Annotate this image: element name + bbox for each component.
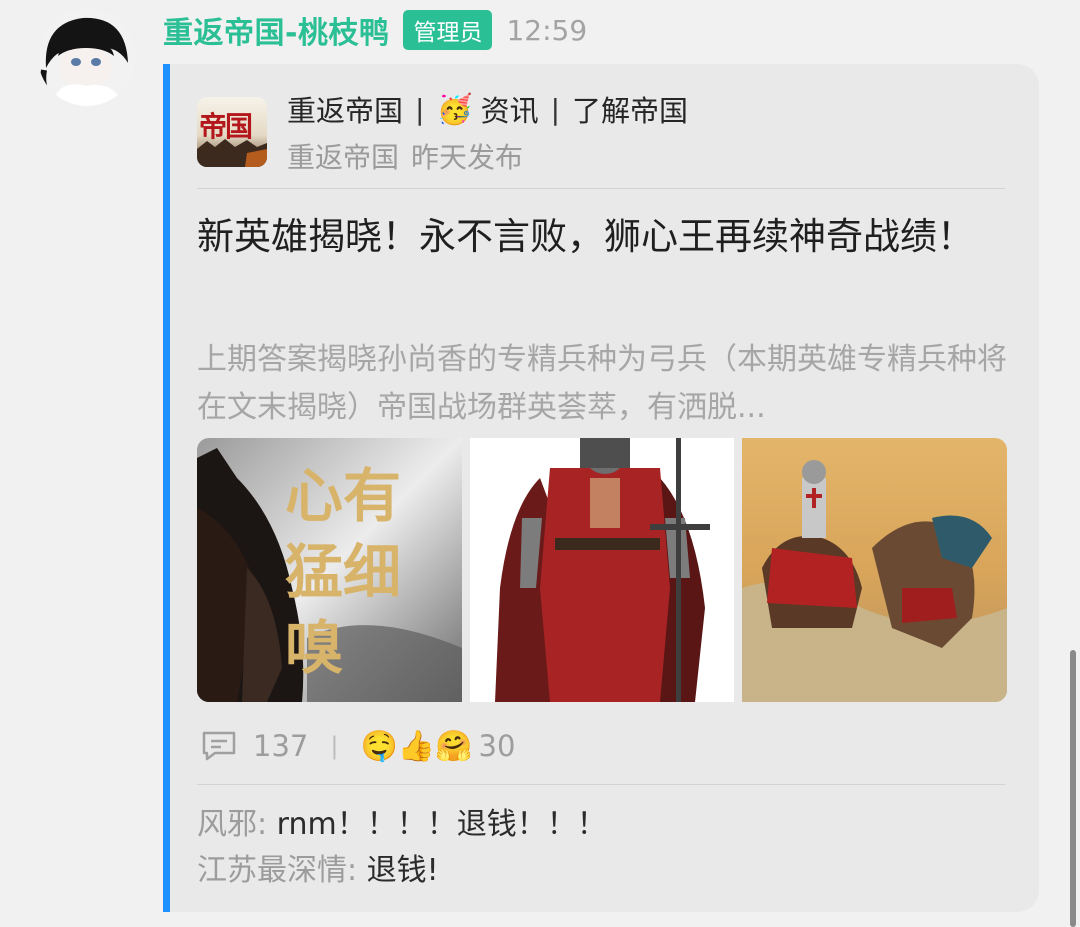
publish-time: 昨天发布	[411, 141, 524, 174]
thumbnail-2-image	[469, 438, 735, 702]
thumbnail-2[interactable]	[469, 438, 735, 702]
reaction-emoji-3-icon[interactable]: 🤗	[435, 729, 472, 764]
source-name: 重返帝国	[287, 141, 400, 174]
comment-text: rnm！！！！退钱！！！	[276, 807, 607, 842]
source-separator-1: |	[415, 92, 425, 126]
comment-count: 137	[253, 729, 309, 763]
comment-list: 风邪: rnm！！！！退钱！！！ 江苏最深情: 退钱!	[197, 802, 607, 894]
card-accent-bar	[163, 64, 170, 912]
thumbnail-3[interactable]	[742, 438, 1007, 702]
comment-icon[interactable]	[201, 730, 237, 762]
source-logo: 帝国	[197, 97, 267, 167]
role-badge: 管理员	[403, 10, 493, 50]
shared-article-card[interactable]: 帝国 重返帝国 | 🥳 资讯 | 了解帝国 重返帝国 昨天发布 新英雄揭晓！永不…	[163, 64, 1039, 912]
comment-user[interactable]: 江苏最深情:	[197, 853, 357, 888]
reaction-emoji-1-icon[interactable]: 🤤	[360, 729, 397, 764]
source-logo-text: 帝国	[199, 110, 253, 143]
stats-bar: 137 | 🤤 👍 🤗 30	[201, 724, 515, 768]
comment-text: 退钱!	[366, 853, 439, 888]
comment-user[interactable]: 风邪:	[197, 807, 267, 842]
article-title[interactable]: 新英雄揭晓！永不言败，狮心王再续神奇战绩！	[197, 210, 997, 264]
party-emoji-icon: 🥳	[436, 91, 473, 126]
reaction-count: 30	[478, 729, 516, 763]
source-separator-2: |	[550, 92, 561, 126]
thumbnail-3-image	[742, 438, 1007, 702]
source-title-part-2: 资讯	[480, 94, 539, 128]
reaction-emoji-2-icon[interactable]: 👍	[398, 729, 435, 764]
thumbnail-1[interactable]: 心有猛细嗅	[197, 438, 462, 702]
divider-bottom	[197, 784, 1005, 785]
thumbnail-row: 心有猛细嗅	[197, 438, 1007, 702]
article-excerpt: 上期答案揭晓孙尚香的专精兵种为弓兵（本期英雄专精兵种将在文末揭晓）帝国战场群英荟…	[197, 342, 1007, 425]
source-title[interactable]: 重返帝国 | 🥳 资讯 | 了解帝国	[287, 88, 688, 130]
thumbnail-1-text: 心有猛细嗅	[285, 462, 402, 682]
divider-top	[197, 188, 1005, 189]
source-subline: 重返帝国 昨天发布	[287, 136, 523, 176]
avatar-image	[38, 8, 136, 106]
avatar[interactable]	[38, 8, 136, 106]
message-time: 12:59	[506, 13, 588, 47]
comment-item[interactable]: 风邪: rnm！！！！退钱！！！	[197, 802, 607, 848]
stats-separator: |	[330, 732, 339, 760]
sender-name[interactable]: 重返帝国-桃枝鸭	[163, 8, 389, 52]
source-title-part-1: 重返帝国	[287, 94, 404, 128]
message-header: 重返帝国-桃枝鸭 管理员 12:59	[163, 8, 588, 52]
scrollbar[interactable]	[1070, 650, 1076, 927]
comment-item[interactable]: 江苏最深情: 退钱!	[197, 848, 607, 894]
source-title-part-3: 了解帝国	[572, 94, 689, 128]
